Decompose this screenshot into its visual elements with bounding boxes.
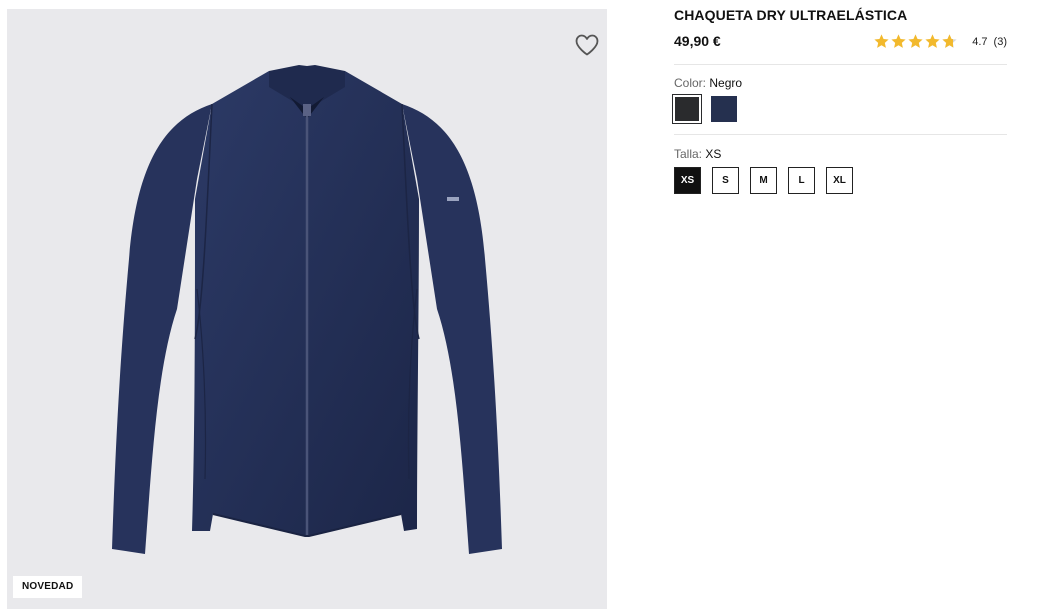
product-title: CHAQUETA DRY ULTRAELÁSTICA bbox=[674, 7, 908, 23]
rating-count[interactable]: (3) bbox=[994, 36, 1007, 48]
star-half-icon bbox=[942, 34, 957, 48]
product-rating[interactable]: 4.7 (3) bbox=[873, 33, 1007, 50]
color-swatch-black[interactable] bbox=[672, 94, 702, 124]
size-option-s[interactable]: S bbox=[712, 167, 739, 194]
product-price: 49,90 € bbox=[674, 33, 721, 49]
rating-value: 4.7 bbox=[972, 35, 988, 48]
star-icon bbox=[874, 34, 889, 48]
divider bbox=[674, 64, 1007, 65]
product-image-panel[interactable]: NOVEDAD bbox=[7, 9, 607, 609]
color-swatches bbox=[672, 94, 737, 124]
size-option-xs[interactable]: XS bbox=[674, 167, 701, 194]
star-icon bbox=[908, 34, 923, 48]
size-option-m[interactable]: M bbox=[750, 167, 777, 194]
new-badge: NOVEDAD bbox=[13, 576, 83, 598]
color-swatch-navy[interactable] bbox=[711, 96, 737, 122]
size-label-text: Talla: bbox=[674, 147, 703, 161]
star-icon bbox=[925, 34, 940, 48]
color-selected-value: Negro bbox=[709, 76, 743, 90]
size-option-l[interactable]: L bbox=[788, 167, 815, 194]
size-option-xl[interactable]: XL bbox=[826, 167, 853, 194]
divider bbox=[674, 134, 1007, 135]
color-label-text: Color: bbox=[674, 76, 707, 90]
wishlist-heart-icon[interactable] bbox=[574, 33, 600, 57]
product-image-jacket bbox=[112, 65, 502, 554]
size-label: Talla: XS bbox=[674, 147, 721, 161]
size-options: XS S M L XL bbox=[674, 167, 853, 194]
color-label: Color: Negro bbox=[674, 76, 742, 90]
rating-stars bbox=[873, 33, 958, 50]
size-selected-value: XS bbox=[705, 147, 722, 161]
star-icon bbox=[891, 34, 906, 48]
